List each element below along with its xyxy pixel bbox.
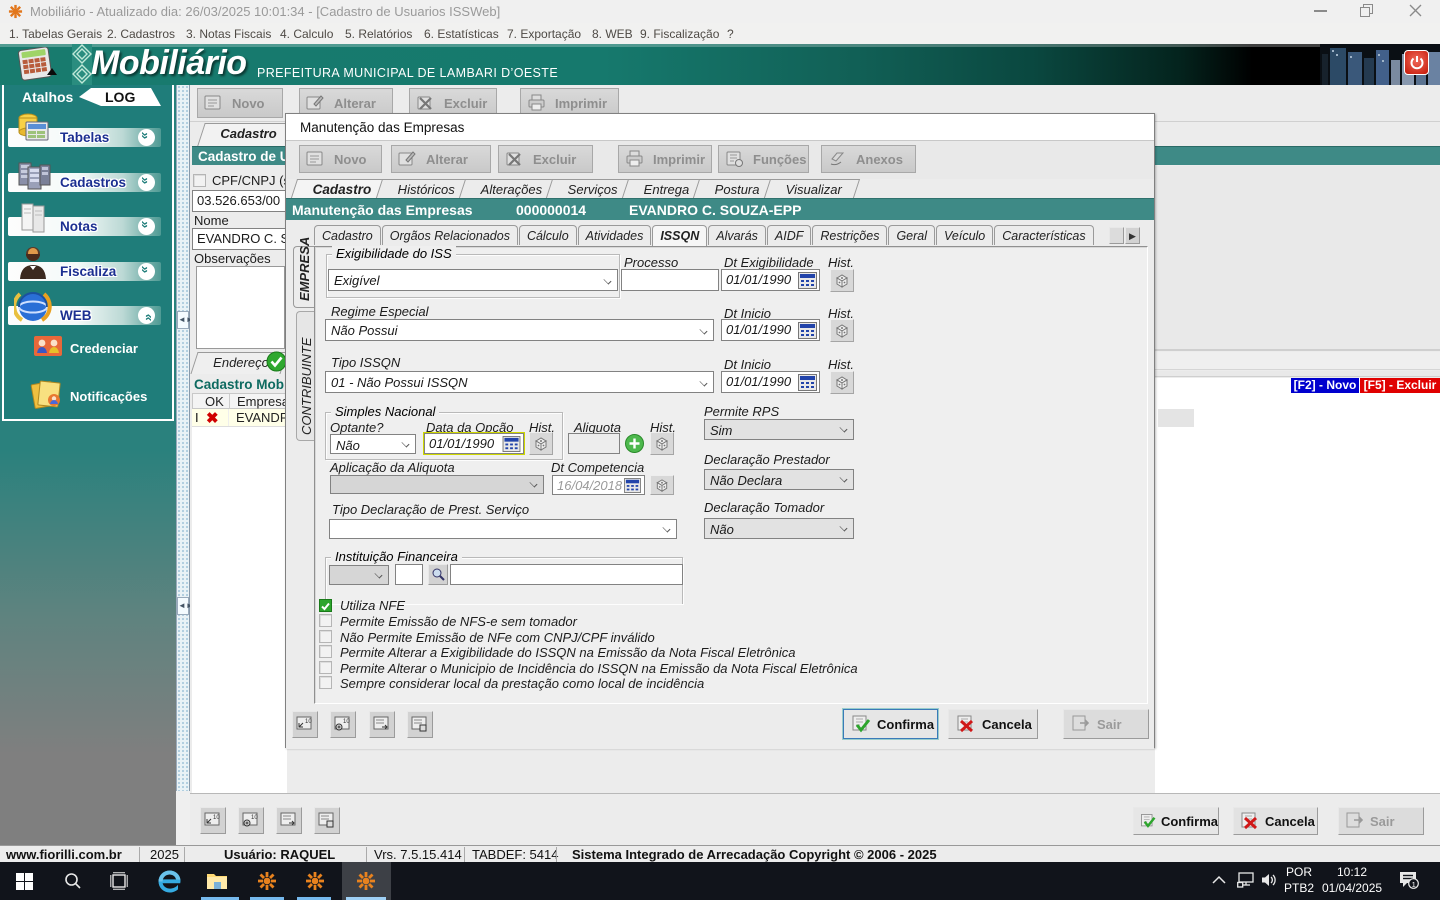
svg-text:10: 10 — [343, 719, 350, 725]
svg-text:LOG: LOG — [105, 89, 135, 105]
svg-text:10: 10 — [213, 815, 220, 821]
svg-text:10: 10 — [251, 815, 258, 821]
svg-text:1: 1 — [1412, 880, 1416, 889]
svg-text:10: 10 — [305, 719, 312, 725]
